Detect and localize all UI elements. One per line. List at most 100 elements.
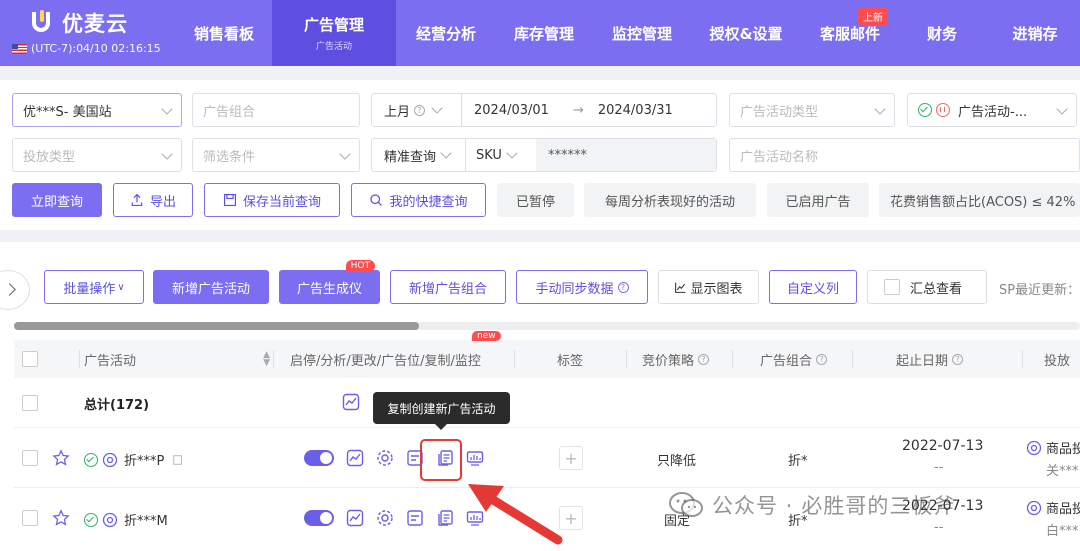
show-chart-button[interactable]: 显示图表 — [658, 270, 759, 304]
status-value: 广告活动-... — [958, 104, 1028, 120]
new-campaign-button[interactable]: 新增广告活动 — [153, 270, 269, 304]
quick-tag-weekly-good[interactable]: 每周分析表现好的活动 — [584, 183, 756, 217]
nav-label: 广告管理 — [303, 16, 364, 34]
date-start[interactable]: 2024/03/01 — [474, 103, 549, 118]
save-query-button[interactable]: 保存当前查询 — [204, 183, 340, 217]
sku-label: SKU — [476, 147, 502, 163]
new-ad-group-button[interactable]: 新增广告组合 — [390, 270, 506, 304]
manual-sync-button[interactable]: 手动同步数据? — [516, 270, 648, 304]
header-date-range[interactable]: 起止日期? — [896, 340, 964, 378]
status-select[interactable]: 广告活动-... — [907, 93, 1077, 127]
enable-toggle[interactable] — [304, 450, 334, 466]
trend-chart-icon[interactable] — [346, 449, 364, 467]
new-badge: 上新 — [858, 8, 888, 25]
sku-input[interactable]: ****** — [536, 139, 716, 171]
nav-sublabel: 广告活动 — [315, 42, 352, 52]
help-icon: ? — [414, 104, 426, 116]
campaign-type-placeholder: 广告活动类型 — [740, 104, 819, 120]
quick-tag-enabled[interactable]: 已启用广告 — [767, 183, 869, 217]
select-all-checkbox[interactable] — [22, 351, 38, 367]
ad-generator-button[interactable]: 广告生成仪 HOT — [279, 260, 380, 304]
show-chart-label: 显示图表 — [690, 281, 743, 297]
scrollbar-thumb[interactable] — [14, 322, 419, 330]
sidebar-toggle-button[interactable] — [0, 270, 30, 310]
trend-chart-icon[interactable] — [342, 393, 360, 411]
match-mode-select[interactable]: 精准查询 — [372, 139, 466, 171]
quick-tag-label: 已暂停 — [515, 194, 555, 210]
nav-business-analysis[interactable]: 经营分析 — [396, 0, 496, 66]
nav-inventory[interactable]: 库存管理 — [496, 0, 592, 66]
nav-label: 进销存 — [1012, 24, 1058, 43]
row-checkbox[interactable] — [22, 510, 38, 526]
query-label: 立即查询 — [30, 194, 83, 210]
chevron-down-icon — [1056, 103, 1068, 115]
summary-view-toggle[interactable]: 汇总查看 — [867, 270, 987, 304]
copy-text-icon[interactable] — [172, 454, 184, 466]
campaign-name[interactable]: 折***M — [124, 510, 168, 529]
header-delivery-label: 投放 — [1044, 353, 1071, 369]
my-quick-query-button[interactable]: 我的快捷查询 — [351, 183, 486, 217]
monitor-icon[interactable] — [466, 449, 484, 467]
target-icon — [1026, 440, 1042, 455]
date-end[interactable]: 2024/03/31 — [598, 103, 673, 118]
ad-group-placeholder: 广告组合 — [203, 104, 256, 120]
end-date-value: -- — [934, 520, 944, 535]
chevron-down-icon: ∨ — [117, 281, 125, 293]
batch-ops-button[interactable]: 批量操作 ∨ — [44, 270, 144, 304]
sku-field-select[interactable]: SKU — [466, 139, 536, 171]
delivery-type-select[interactable]: 投放类型 — [12, 138, 182, 172]
store-select[interactable]: 优***S- 美国站 — [12, 93, 182, 127]
campaign-type-select[interactable]: 广告活动类型 — [729, 93, 895, 127]
my-quick-query-label: 我的快捷查询 — [389, 194, 468, 210]
campaign-name-placeholder: 广告活动名称 — [740, 149, 819, 165]
date-range-picker[interactable]: 上月 ? 2024/03/01 → 2024/03/31 — [371, 93, 717, 127]
sku-search: 精准查询 SKU ****** — [371, 138, 717, 172]
filter-condition-select[interactable]: 筛选条件 — [192, 138, 360, 172]
match-mode-value: 精准查询 — [384, 149, 437, 165]
campaign-name-input[interactable]: 广告活动名称 — [729, 138, 1080, 172]
sp-badge-icon — [102, 512, 118, 527]
nav-purchase-sales[interactable]: 进销存 — [990, 0, 1080, 66]
period-select[interactable]: 上月 ? — [372, 94, 462, 126]
campaign-name[interactable]: 折***P — [124, 450, 164, 469]
horizontal-scrollbar[interactable] — [14, 322, 1080, 330]
edit-list-icon[interactable] — [406, 509, 424, 527]
nav-label: 财务 — [926, 24, 957, 43]
nav-sales-board[interactable]: 销售看板 — [176, 0, 272, 66]
watermark: 公众号 · 必胜哥的三板斧 — [668, 490, 955, 520]
row-checkbox[interactable] — [22, 450, 38, 466]
ad-group-input[interactable]: 广告组合 — [192, 93, 360, 127]
select-all-cell — [22, 340, 38, 378]
summary-checkbox[interactable] — [884, 279, 900, 295]
batch-ops-label: 批量操作 — [63, 281, 116, 297]
nav-finance[interactable]: 财务 — [900, 0, 984, 66]
annotation-arrow-icon — [468, 484, 563, 545]
gear-icon[interactable] — [376, 509, 394, 527]
nav-ad-management[interactable]: 广告管理 广告活动 — [272, 0, 396, 66]
nav-customer-email[interactable]: 客服邮件 上新 — [800, 0, 900, 66]
gear-icon[interactable] — [376, 449, 394, 467]
chevron-down-icon — [431, 102, 443, 114]
add-tag-button[interactable]: + — [559, 446, 583, 470]
trend-chart-icon[interactable] — [346, 509, 364, 527]
nav-label: 库存管理 — [513, 24, 574, 43]
logo[interactable]: 优麦云 — [30, 8, 128, 38]
chevron-down-icon — [874, 103, 886, 115]
row-checkbox[interactable] — [22, 395, 38, 411]
star-icon[interactable] — [52, 449, 70, 467]
nav-monitoring[interactable]: 监控管理 — [592, 0, 692, 66]
star-icon[interactable] — [52, 509, 70, 527]
quick-tag-acos[interactable]: 花费销售额占比(ACOS) ≤ 42% — [879, 183, 1080, 217]
sp-update-text: SP最近更新： — [999, 283, 1080, 298]
copy-campaign-icon[interactable] — [436, 509, 454, 527]
nav-auth-settings[interactable]: 授权&设置 — [692, 0, 800, 66]
save-icon — [223, 193, 237, 207]
header-campaign[interactable]: 广告活动 ▲ ▼ — [84, 340, 270, 378]
quick-tag-paused[interactable]: 已暂停 — [497, 183, 574, 217]
enable-toggle[interactable] — [304, 510, 334, 526]
custom-columns-button[interactable]: 自定义列 — [769, 270, 857, 304]
sort-icon[interactable]: ▲ ▼ — [263, 351, 270, 368]
timezone-display: (UTC-7):04/10 02:16:15 — [12, 42, 161, 55]
export-button[interactable]: 导出 — [113, 183, 193, 217]
query-button[interactable]: 立即查询 — [12, 183, 102, 217]
